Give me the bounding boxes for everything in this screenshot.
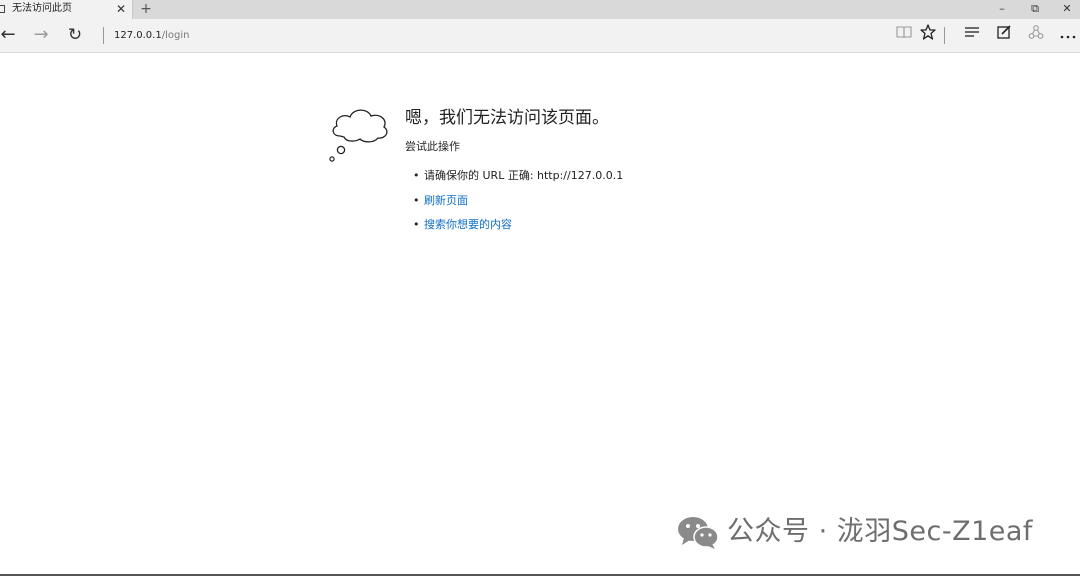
browser-window: 无法访问此页 ✕ + – ⧉ ✕ ← → ↻ 127.0.0.1/login 嗯… — [0, 0, 1080, 576]
new-tab-button[interactable]: + — [138, 0, 154, 18]
minimize-button[interactable]: – — [985, 0, 1019, 18]
suggestion-search[interactable]: • 搜索你想要的内容 — [413, 215, 623, 240]
bullet: • — [413, 169, 420, 182]
toolbar: ← → ↻ 127.0.0.1/login — [0, 19, 1080, 53]
bullet: • — [413, 218, 420, 231]
suggestion-check-url: • 请确保你的 URL 正确: http://127.0.0.1 — [413, 166, 623, 191]
tab-strip: 无法访问此页 ✕ + – ⧉ ✕ — [0, 0, 1080, 19]
reading-view-icon[interactable] — [893, 24, 915, 46]
suggestion-refresh[interactable]: • 刷新页面 — [413, 191, 623, 216]
error-subtitle: 尝试此操作 — [405, 140, 460, 153]
address-divider — [103, 27, 104, 44]
tab-active[interactable]: 无法访问此页 ✕ — [0, 0, 133, 19]
favorite-star-icon[interactable] — [917, 24, 939, 46]
refresh-page-link[interactable]: 刷新页面 — [424, 194, 468, 207]
suggestion-list: • 请确保你的 URL 正确: http://127.0.0.1 • 刷新页面 … — [413, 166, 623, 240]
address-bar[interactable]: 127.0.0.1/login — [114, 29, 189, 43]
share-icon[interactable] — [1025, 24, 1047, 46]
suggestion-text: 请确保你的 URL 正确: http://127.0.0.1 — [424, 169, 624, 182]
bullet: • — [413, 193, 420, 207]
tab-close-icon[interactable]: ✕ — [114, 1, 128, 17]
toolbar-divider — [944, 27, 945, 44]
web-note-icon[interactable] — [993, 24, 1015, 46]
page-icon — [0, 5, 5, 13]
search-link[interactable]: 搜索你想要的内容 — [424, 218, 512, 231]
restore-button[interactable]: ⧉ — [1018, 0, 1052, 18]
tab-title: 无法访问此页 — [12, 3, 72, 14]
thought-cloud-icon — [329, 109, 388, 162]
error-title: 嗯，我们无法访问该页面。 — [405, 108, 609, 128]
watermark-text: 公众号 · 泷羽Sec-Z1eaf — [727, 516, 1033, 547]
address-path: /login — [161, 30, 190, 41]
forward-button[interactable]: → — [29, 23, 53, 47]
more-icon[interactable] — [1057, 24, 1079, 46]
close-window-button[interactable]: ✕ — [1050, 0, 1080, 18]
hub-icon[interactable] — [961, 24, 983, 46]
refresh-button[interactable]: ↻ — [63, 23, 87, 47]
address-host: 127.0.0.1 — [114, 30, 162, 41]
back-button[interactable]: ← — [0, 23, 20, 47]
wechat-logo-icon — [678, 517, 719, 549]
